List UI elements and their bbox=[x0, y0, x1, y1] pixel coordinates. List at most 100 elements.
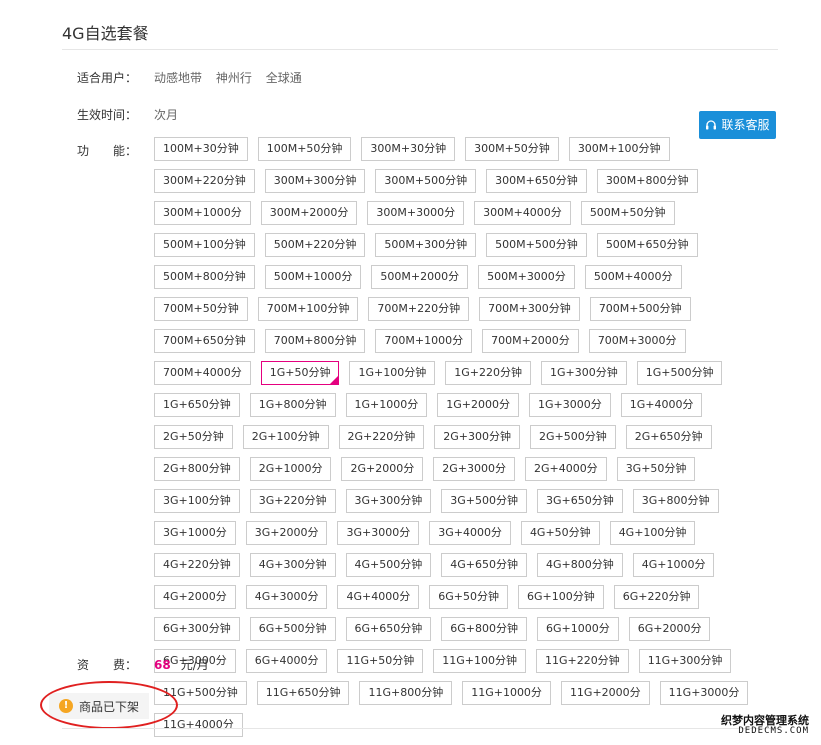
feature-option[interactable]: 6G+300分钟 bbox=[154, 617, 240, 641]
feature-option[interactable]: 2G+800分钟 bbox=[154, 457, 240, 481]
feature-option[interactable]: 2G+500分钟 bbox=[530, 425, 616, 449]
feature-option[interactable]: 3G+50分钟 bbox=[616, 457, 696, 481]
feature-option[interactable]: 700M+800分钟 bbox=[264, 329, 366, 353]
feature-option[interactable]: 700M+3000分 bbox=[588, 329, 686, 353]
feature-option[interactable]: 6G+4000分 bbox=[245, 649, 328, 673]
feature-option[interactable]: 4G+300分钟 bbox=[249, 553, 336, 577]
feature-option[interactable]: 700M+220分钟 bbox=[368, 297, 470, 321]
feature-option[interactable]: 1G+220分钟 bbox=[445, 361, 531, 385]
feature-option[interactable]: 4G+100分钟 bbox=[609, 521, 696, 545]
feature-option[interactable]: 500M+300分钟 bbox=[375, 233, 477, 257]
feature-option[interactable]: 700M+50分钟 bbox=[154, 297, 248, 321]
feature-option[interactable]: 2G+650分钟 bbox=[625, 425, 712, 449]
feature-option[interactable]: 700M+2000分 bbox=[482, 329, 579, 353]
feature-option[interactable]: 500M+500分钟 bbox=[486, 233, 587, 257]
feature-option[interactable]: 500M+2000分 bbox=[371, 265, 469, 289]
feature-option[interactable]: 1G+1000分 bbox=[345, 393, 428, 417]
feature-option[interactable]: 4G+500分钟 bbox=[345, 553, 432, 577]
feature-option[interactable]: 2G+50分钟 bbox=[154, 425, 233, 449]
feature-option[interactable]: 3G+100分钟 bbox=[154, 489, 240, 513]
feature-option[interactable]: 6G+220分钟 bbox=[613, 585, 700, 609]
feature-option[interactable]: 500M+4000分 bbox=[584, 265, 682, 289]
feature-option[interactable]: 11G+3000分 bbox=[659, 681, 749, 705]
feature-option[interactable]: 1G+2000分 bbox=[437, 393, 519, 417]
feature-option[interactable]: 4G+800分钟 bbox=[537, 553, 623, 577]
feature-option[interactable]: 300M+50分钟 bbox=[465, 137, 559, 161]
feature-option[interactable]: 300M+100分钟 bbox=[568, 137, 670, 161]
feature-option[interactable]: 700M+100分钟 bbox=[257, 297, 359, 321]
feature-option[interactable]: 4G+4000分 bbox=[337, 585, 420, 609]
feature-option[interactable]: 300M+2000分 bbox=[260, 201, 358, 225]
feature-option[interactable]: 300M+1000分 bbox=[154, 201, 251, 225]
feature-option[interactable]: 700M+650分钟 bbox=[154, 329, 255, 353]
feature-option[interactable]: 1G+500分钟 bbox=[636, 361, 723, 385]
feature-option[interactable]: 1G+650分钟 bbox=[154, 393, 240, 417]
feature-option[interactable]: 500M+50分钟 bbox=[580, 201, 675, 225]
feature-option[interactable]: 300M+650分钟 bbox=[486, 169, 587, 193]
feature-option[interactable]: 6G+2000分 bbox=[628, 617, 711, 641]
feature-option[interactable]: 4G+2000分 bbox=[154, 585, 236, 609]
feature-option[interactable]: 1G+50分钟 ✓ bbox=[260, 361, 340, 385]
feature-option[interactable]: 11G+100分钟 bbox=[433, 649, 526, 673]
feature-option[interactable]: 1G+4000分 bbox=[620, 393, 703, 417]
feature-option[interactable]: 3G+2000分 bbox=[245, 521, 328, 545]
feature-option[interactable]: 4G+50分钟 bbox=[520, 521, 600, 545]
feature-option[interactable]: 300M+800分钟 bbox=[596, 169, 698, 193]
feature-option[interactable]: 1G+300分钟 bbox=[540, 361, 627, 385]
feature-option[interactable]: 11G+2000分 bbox=[560, 681, 650, 705]
feature-option[interactable]: 6G+1000分 bbox=[537, 617, 619, 641]
feature-option[interactable]: 3G+4000分 bbox=[429, 521, 511, 545]
feature-option[interactable]: 2G+2000分 bbox=[341, 457, 424, 481]
feature-option[interactable]: 11G+220分钟 bbox=[535, 649, 629, 673]
feature-option[interactable]: 300M+30分钟 bbox=[361, 137, 456, 161]
feature-option[interactable]: 2G+3000分 bbox=[433, 457, 515, 481]
feature-option[interactable]: 4G+1000分 bbox=[632, 553, 715, 577]
feature-option[interactable]: 6G+100分钟 bbox=[517, 585, 604, 609]
feature-option[interactable]: 3G+500分钟 bbox=[441, 489, 527, 513]
feature-option[interactable]: 500M+220分钟 bbox=[264, 233, 366, 257]
feature-option[interactable]: 300M+3000分 bbox=[367, 201, 465, 225]
feature-option[interactable]: 500M+1000分 bbox=[264, 265, 362, 289]
feature-option[interactable]: 100M+30分钟 bbox=[154, 137, 248, 161]
feature-option[interactable]: 6G+500分钟 bbox=[249, 617, 336, 641]
feature-option[interactable]: 3G+3000分 bbox=[337, 521, 420, 545]
feature-option[interactable]: 2G+220分钟 bbox=[338, 425, 425, 449]
feature-option[interactable]: 700M+1000分 bbox=[375, 329, 473, 353]
feature-option[interactable]: 4G+220分钟 bbox=[154, 553, 240, 577]
feature-option[interactable]: 1G+100分钟 bbox=[349, 361, 436, 385]
feature-option[interactable]: 2G+4000分 bbox=[524, 457, 607, 481]
feature-option[interactable]: 500M+650分钟 bbox=[596, 233, 698, 257]
feature-option[interactable]: 300M+4000分 bbox=[474, 201, 571, 225]
feature-option[interactable]: 4G+3000分 bbox=[245, 585, 328, 609]
feature-option[interactable]: 2G+1000分 bbox=[249, 457, 332, 481]
feature-option[interactable]: 700M+4000分 bbox=[154, 361, 251, 385]
feature-option[interactable]: 11G+650分钟 bbox=[256, 681, 350, 705]
feature-option[interactable]: 2G+300分钟 bbox=[434, 425, 520, 449]
feature-option[interactable]: 500M+100分钟 bbox=[154, 233, 255, 257]
feature-option[interactable]: 1G+3000分 bbox=[528, 393, 611, 417]
feature-option[interactable]: 6G+650分钟 bbox=[345, 617, 432, 641]
feature-option[interactable]: 3G+300分钟 bbox=[345, 489, 432, 513]
feature-option[interactable]: 300M+220分钟 bbox=[154, 169, 255, 193]
feature-option[interactable]: 300M+300分钟 bbox=[264, 169, 366, 193]
feature-option[interactable]: 1G+800分钟 bbox=[249, 393, 336, 417]
feature-option[interactable]: 11G+50分钟 bbox=[337, 649, 424, 673]
feature-option[interactable]: 700M+500分钟 bbox=[589, 297, 691, 321]
feature-option[interactable]: 11G+1000分 bbox=[462, 681, 551, 705]
feature-option[interactable]: 11G+300分钟 bbox=[638, 649, 732, 673]
feature-option[interactable]: 11G+800分钟 bbox=[359, 681, 453, 705]
feature-option[interactable]: 6G+50分钟 bbox=[429, 585, 508, 609]
feature-option[interactable]: 3G+650分钟 bbox=[537, 489, 623, 513]
feature-option[interactable]: 3G+800分钟 bbox=[632, 489, 719, 513]
feature-option[interactable]: 500M+3000分 bbox=[478, 265, 575, 289]
feature-option[interactable]: 2G+100分钟 bbox=[242, 425, 329, 449]
feature-option[interactable]: 700M+300分钟 bbox=[479, 297, 580, 321]
feature-option[interactable]: 300M+500分钟 bbox=[375, 169, 477, 193]
feature-option[interactable]: 3G+1000分 bbox=[154, 521, 236, 545]
feature-option[interactable]: 100M+50分钟 bbox=[257, 137, 352, 161]
feature-option[interactable]: 500M+800分钟 bbox=[154, 265, 255, 289]
feature-option[interactable]: 6G+800分钟 bbox=[441, 617, 527, 641]
feature-option[interactable]: 4G+650分钟 bbox=[441, 553, 527, 577]
contact-service-button[interactable]: 联系客服 bbox=[699, 111, 776, 139]
feature-option[interactable]: 3G+220分钟 bbox=[249, 489, 336, 513]
